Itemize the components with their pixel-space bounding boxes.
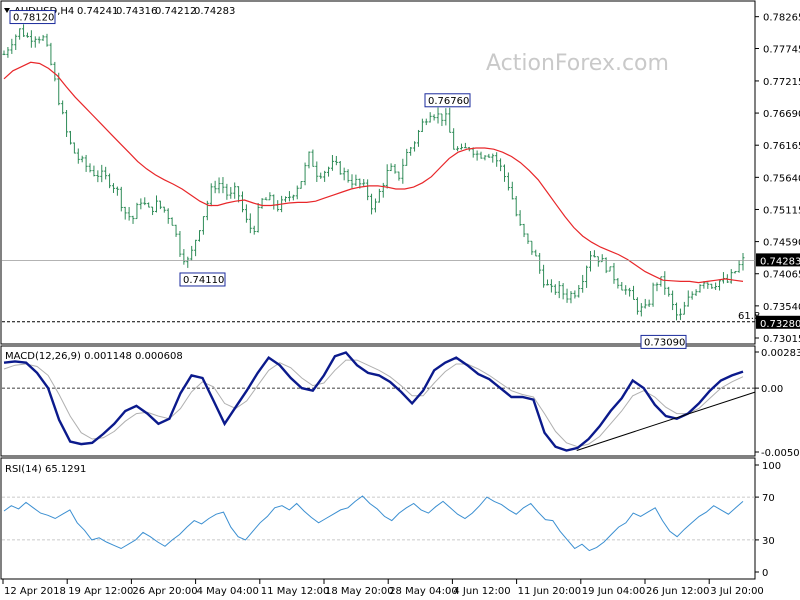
x-tick-label: 26 Jun 12:00 <box>646 586 710 597</box>
price-annotation[interactable]: 0.73090 <box>640 334 687 349</box>
price-annotation[interactable]: 0.76760 <box>424 93 471 108</box>
x-tick-label: 11 Jun 20:00 <box>518 586 582 597</box>
annotation-label: 0.73090 <box>644 337 685 348</box>
annotation-label: 0.78120 <box>13 13 54 24</box>
annotation-label: 0.76760 <box>428 96 469 107</box>
header-open: 0.74241 <box>77 6 118 17</box>
macd-y-tick-label: 0.00 <box>761 384 783 395</box>
price-y-tick-label: 0.75115 <box>763 205 800 216</box>
watermark: ActionForex.com <box>486 51 669 76</box>
macd-title: MACD(12,26,9) 0.001148 0.000608 <box>5 351 183 362</box>
x-tick-label: 12 Apr 2018 <box>4 586 66 597</box>
rsi-y-tick-label: 0 <box>762 568 768 579</box>
x-tick-label: 11 May 12:00 <box>261 586 330 597</box>
x-tick-label: 19 Apr 12:00 <box>68 586 133 597</box>
x-tick-label: 19 Jun 04:00 <box>582 586 646 597</box>
price-y-tick-label: 0.74065 <box>763 270 800 281</box>
forex-chart[interactable]: ActionForex.com AUDUSD,H4 0.74241 0.7431… <box>0 0 800 600</box>
x-tick-label: 28 May 04:00 <box>389 586 458 597</box>
last-price-label: 0.74283 <box>760 256 800 267</box>
header-high: 0.74316 <box>116 6 157 17</box>
x-tick-label: 26 Apr 20:00 <box>132 586 197 597</box>
rsi-y-tick-label: 100 <box>762 461 781 472</box>
rsi-y-tick-label: 30 <box>762 536 775 547</box>
header-low: 0.74212 <box>155 6 196 17</box>
rsi-panel[interactable] <box>0 457 756 580</box>
price-annotation[interactable]: 0.74110 <box>179 272 226 287</box>
rsi-y-tick-label: 70 <box>762 493 775 504</box>
price-annotation[interactable]: 0.78120 <box>9 10 56 25</box>
annotation-label: 0.74110 <box>183 275 224 286</box>
price-y-tick-label: 0.75640 <box>763 173 800 184</box>
header-close: 0.74283 <box>194 6 235 17</box>
x-tick-label: 3 Jul 20:00 <box>710 586 764 597</box>
rsi-line <box>3 495 744 552</box>
price-y-tick-label: 0.78265 <box>763 13 800 24</box>
macd-y-tick-label: 0.002839 <box>761 348 800 359</box>
x-tick-label: 18 May 20:00 <box>325 586 394 597</box>
fib-price-label: 0.73280 <box>760 319 800 330</box>
price-y-tick-label: 0.77745 <box>763 44 800 55</box>
price-y-tick-label: 0.76165 <box>763 141 800 152</box>
rsi-title: RSI(14) 65.1291 <box>5 464 86 475</box>
moving-average-line <box>3 61 744 284</box>
price-y-tick-label: 0.73540 <box>763 302 800 313</box>
price-y-tick-label: 0.76690 <box>763 109 800 120</box>
x-tick-label: 4 May 04:00 <box>197 586 259 597</box>
price-y-tick-label: 0.74590 <box>763 238 800 249</box>
dropdown-triangle-icon[interactable] <box>4 8 10 13</box>
macd-panel[interactable] <box>0 345 756 457</box>
price-y-tick-label: 0.77215 <box>763 77 800 88</box>
x-tick-label: 4 Jun 12:00 <box>453 586 510 597</box>
price-y-tick-label: 0.73015 <box>763 334 800 345</box>
macd-y-tick-label: -0.005021 <box>761 448 800 459</box>
